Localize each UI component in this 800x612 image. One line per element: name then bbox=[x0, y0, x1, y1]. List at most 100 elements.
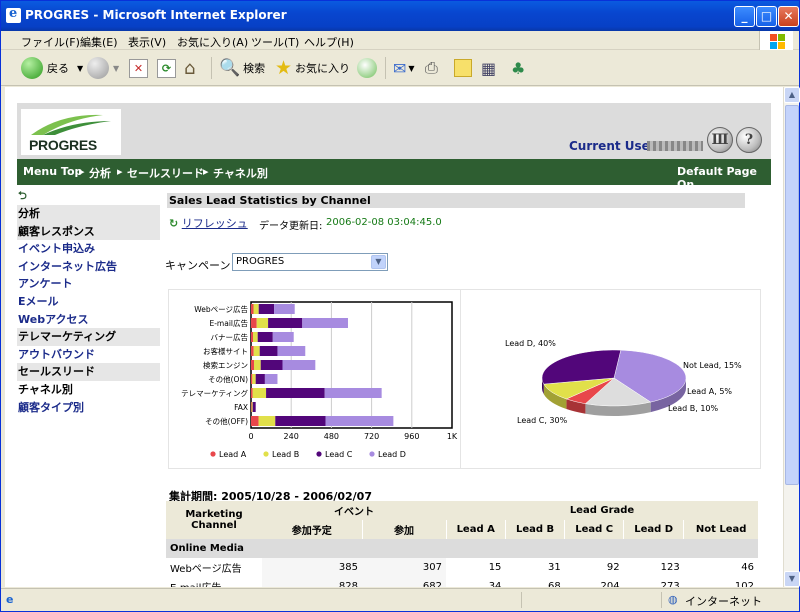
x-tick-label: 480 bbox=[324, 432, 339, 441]
favorites-label: お気に入り bbox=[295, 62, 351, 75]
minimize-button[interactable]: _ bbox=[734, 6, 755, 27]
sidebar-item-survey[interactable]: アンケート bbox=[17, 275, 160, 293]
progres-logo: PROGRES bbox=[21, 109, 121, 155]
menu-favorites[interactable]: お気に入り(A) bbox=[177, 34, 248, 50]
sidebar-item-internet-ad[interactable]: インターネット広告 bbox=[17, 258, 160, 276]
col-lead-d: Lead D bbox=[623, 520, 685, 539]
menu-edit[interactable]: 編集(E) bbox=[80, 34, 118, 50]
page-content: PROGRES Current User: Ⅲ ? Menu Top ▸ 分析 … bbox=[5, 87, 783, 587]
zone-label: インターネット bbox=[685, 595, 762, 608]
x-tick-label: 0 bbox=[248, 432, 253, 441]
sidebar-item-by-customer-type[interactable]: 顧客タイプ別 bbox=[17, 399, 160, 417]
menu-file[interactable]: ファイル(F) bbox=[21, 34, 80, 50]
cell: 828 bbox=[262, 577, 362, 587]
col-lead-grade: Lead Grade bbox=[569, 505, 635, 516]
maximize-button[interactable]: □ bbox=[756, 6, 777, 27]
sidebar-item-email[interactable]: Eメール bbox=[17, 293, 160, 311]
print-button[interactable]: ⎙ bbox=[425, 56, 438, 80]
forward-button[interactable]: ▼ bbox=[87, 56, 119, 80]
sidebar-item-by-channel[interactable]: チャネル別 bbox=[17, 381, 160, 399]
cell: 123 bbox=[660, 562, 680, 573]
messenger-button[interactable]: ♣ bbox=[511, 56, 525, 80]
legend-label: Lead C bbox=[325, 450, 353, 459]
col-lead-c: Lead C bbox=[564, 520, 625, 539]
page-header: PROGRES Current User: Ⅲ ? bbox=[17, 103, 771, 159]
scroll-thumb[interactable] bbox=[785, 105, 799, 485]
campaign-label: キャンペーン bbox=[165, 259, 231, 272]
stop-button[interactable]: ✕ bbox=[129, 56, 148, 80]
nav-by-channel: チャネル別 bbox=[213, 167, 268, 180]
legend-marker bbox=[369, 451, 375, 457]
history-button[interactable] bbox=[357, 56, 377, 80]
manual-icon[interactable]: Ⅲ bbox=[707, 127, 733, 153]
messenger-icon: ♣ bbox=[511, 58, 526, 78]
updated-value: 2006-02-08 03:04:45.0 bbox=[326, 217, 442, 228]
globe-icon: ◍ bbox=[668, 593, 678, 606]
y-tick-label: E-mail広告 bbox=[209, 318, 248, 328]
cell: 46 bbox=[741, 562, 754, 573]
bar-segment bbox=[251, 360, 255, 370]
history-icon bbox=[357, 58, 377, 78]
refresh-link[interactable]: ↻ リフレッシュ bbox=[169, 215, 248, 231]
edit-button[interactable] bbox=[454, 56, 472, 80]
close-button[interactable]: ✕ bbox=[778, 6, 799, 27]
back-arrow-icon[interactable]: ⮌ bbox=[17, 187, 160, 205]
legend-marker bbox=[316, 451, 322, 457]
row-name: Webページ広告 bbox=[170, 564, 242, 575]
legend-label: Lead A bbox=[219, 450, 247, 459]
favorites-button[interactable]: ★ お気に入り bbox=[275, 56, 350, 80]
toolbar: 戻る ▼ ▼ ✕ ⟳ ⌂ 🔍 検索 ★ お気に入り ✉ ▼ ⎙ ▦ ♣ bbox=[1, 50, 799, 86]
cell: 307 bbox=[362, 558, 446, 577]
menu-bar: ファイル(F) 編集(E) 表示(V) お気に入り(A) ツール(T) ヘルプ(… bbox=[1, 31, 799, 50]
breadcrumb: Menu Top ▸ 分析 ▸ セールスリード ▸ チャネル別 Default … bbox=[17, 159, 771, 191]
research-button[interactable]: ▦ bbox=[481, 56, 496, 80]
nav-menu-top[interactable]: Menu Top bbox=[23, 165, 82, 178]
refresh-icon: ⟳ bbox=[157, 58, 176, 78]
bar-segment bbox=[324, 388, 382, 398]
page-icon: e bbox=[6, 593, 14, 606]
scroll-down-icon[interactable]: ▼ bbox=[784, 571, 800, 587]
nav-sep-3: ▸ bbox=[203, 165, 209, 178]
search-button[interactable]: 🔍 検索 bbox=[219, 56, 265, 80]
bar-segment bbox=[251, 388, 253, 398]
x-tick-label: 1K bbox=[447, 432, 458, 441]
logo-swoosh-icon bbox=[31, 114, 111, 135]
ie-icon bbox=[6, 6, 21, 23]
table-row: Webページ広告 385 307 15 31 92 123 46 bbox=[166, 558, 758, 577]
bar-segment bbox=[251, 304, 254, 314]
vertical-scrollbar[interactable]: ▲ ▼ bbox=[783, 87, 800, 587]
help-icon[interactable]: ? bbox=[736, 127, 762, 153]
sidebar-item-telemarketing[interactable]: テレマーケティング bbox=[17, 328, 160, 346]
mail-icon: ✉ bbox=[393, 58, 407, 78]
back-button[interactable]: 戻る ▼ bbox=[21, 56, 83, 80]
star-icon: ★ bbox=[275, 57, 293, 79]
sidebar-item-sales-lead[interactable]: セールスリード bbox=[17, 363, 160, 381]
updated-label: データ更新日: bbox=[259, 221, 323, 232]
menu-help[interactable]: ヘルプ(H) bbox=[304, 34, 354, 50]
refresh-button[interactable]: ⟳ bbox=[157, 56, 176, 80]
bar-segment bbox=[302, 318, 348, 328]
legend-marker bbox=[263, 451, 269, 457]
nav-analysis[interactable]: 分析 bbox=[89, 165, 111, 181]
refresh-label: リフレッシュ bbox=[181, 217, 248, 230]
sidebar-item-customer-response[interactable]: 顧客レスポンス bbox=[17, 222, 160, 241]
default-page-link[interactable]: Default Page On bbox=[677, 165, 771, 191]
sidebar-item-outbound[interactable]: アウトバウンド bbox=[17, 346, 160, 364]
cell: 31 bbox=[547, 562, 561, 573]
scroll-up-icon[interactable]: ▲ bbox=[784, 87, 800, 103]
sidebar-item-analysis[interactable]: 分析 bbox=[17, 205, 160, 223]
bar-segment bbox=[282, 360, 316, 370]
sidebar-item-web-access[interactable]: Webアクセス bbox=[17, 311, 160, 329]
home-button[interactable]: ⌂ bbox=[184, 56, 195, 80]
nav-sales-lead[interactable]: セールスリード bbox=[127, 165, 204, 181]
menu-tools[interactable]: ツール(T) bbox=[251, 34, 299, 50]
campaign-value: PROGRES bbox=[236, 256, 285, 267]
pie-label: Lead D, 40% bbox=[505, 339, 556, 348]
bar-segment bbox=[325, 416, 394, 426]
pie-label: Lead B, 10% bbox=[668, 404, 719, 413]
campaign-select[interactable]: PROGRES ▼ bbox=[232, 253, 388, 271]
sidebar-item-event[interactable]: イベント申込み bbox=[17, 240, 160, 258]
title-bar: PROGRES - Microsoft Internet Explorer _ … bbox=[1, 1, 799, 31]
menu-view[interactable]: 表示(V) bbox=[128, 34, 166, 50]
mail-button[interactable]: ✉ ▼ bbox=[393, 56, 415, 80]
